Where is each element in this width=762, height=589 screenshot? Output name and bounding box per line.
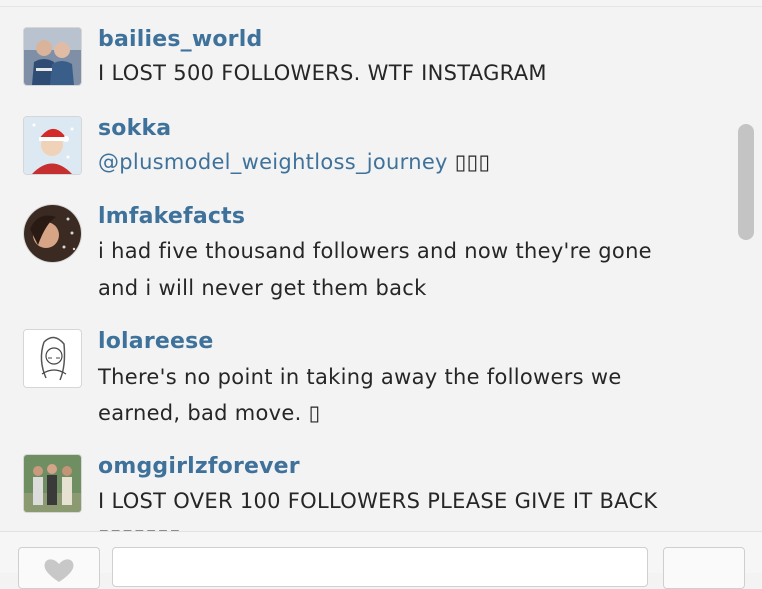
- comment-username[interactable]: lmfakefacts: [98, 204, 245, 229]
- comment-username[interactable]: omggirlzforever: [98, 454, 300, 479]
- comment-text-line-1: i had five thousand followers and now th…: [98, 239, 652, 263]
- mention-link[interactable]: @plusmodel_weightloss_journey: [98, 150, 448, 174]
- emoji-text: ▯▯▯: [454, 150, 491, 174]
- heart-icon: [44, 559, 74, 582]
- comment-text: @plusmodel_weightloss_journey ▯▯▯: [98, 144, 718, 181]
- avatar[interactable]: [24, 205, 81, 262]
- avatar[interactable]: [24, 117, 81, 174]
- comment-text-line-1: I LOST OVER 100 FOLLOWERS PLEASE GIVE IT…: [98, 489, 658, 513]
- comment-input[interactable]: [112, 547, 648, 587]
- scrollbar-thumb[interactable]: [738, 124, 754, 240]
- comment-text: I LOST 500 FOLLOWERS. WTF INSTAGRAM: [98, 61, 547, 85]
- post-button[interactable]: [663, 547, 745, 589]
- comment-text-line-1: There's no point in taking away the foll…: [98, 365, 622, 389]
- comments-window: bailies_world I LOST 500 FOLLOWERS. WTF …: [0, 0, 762, 589]
- comment-username[interactable]: lolareese: [98, 329, 214, 354]
- avatar[interactable]: [24, 330, 81, 387]
- comment-text-line-2: ▯▯▯▯▯▯▯: [98, 519, 718, 531]
- comment-list[interactable]: bailies_world I LOST 500 FOLLOWERS. WTF …: [0, 7, 733, 531]
- like-button[interactable]: [18, 547, 100, 589]
- avatar[interactable]: [24, 455, 81, 512]
- avatar[interactable]: [24, 28, 81, 85]
- comment-username[interactable]: bailies_world: [98, 27, 262, 52]
- comment-username[interactable]: sokka: [98, 116, 171, 141]
- top-border: [0, 0, 762, 7]
- comment-text-line-2: earned, bad move. ▯: [98, 401, 321, 425]
- comment-text-line-2: and i will never get them back: [98, 276, 427, 300]
- scrollbar-track[interactable]: [733, 7, 762, 531]
